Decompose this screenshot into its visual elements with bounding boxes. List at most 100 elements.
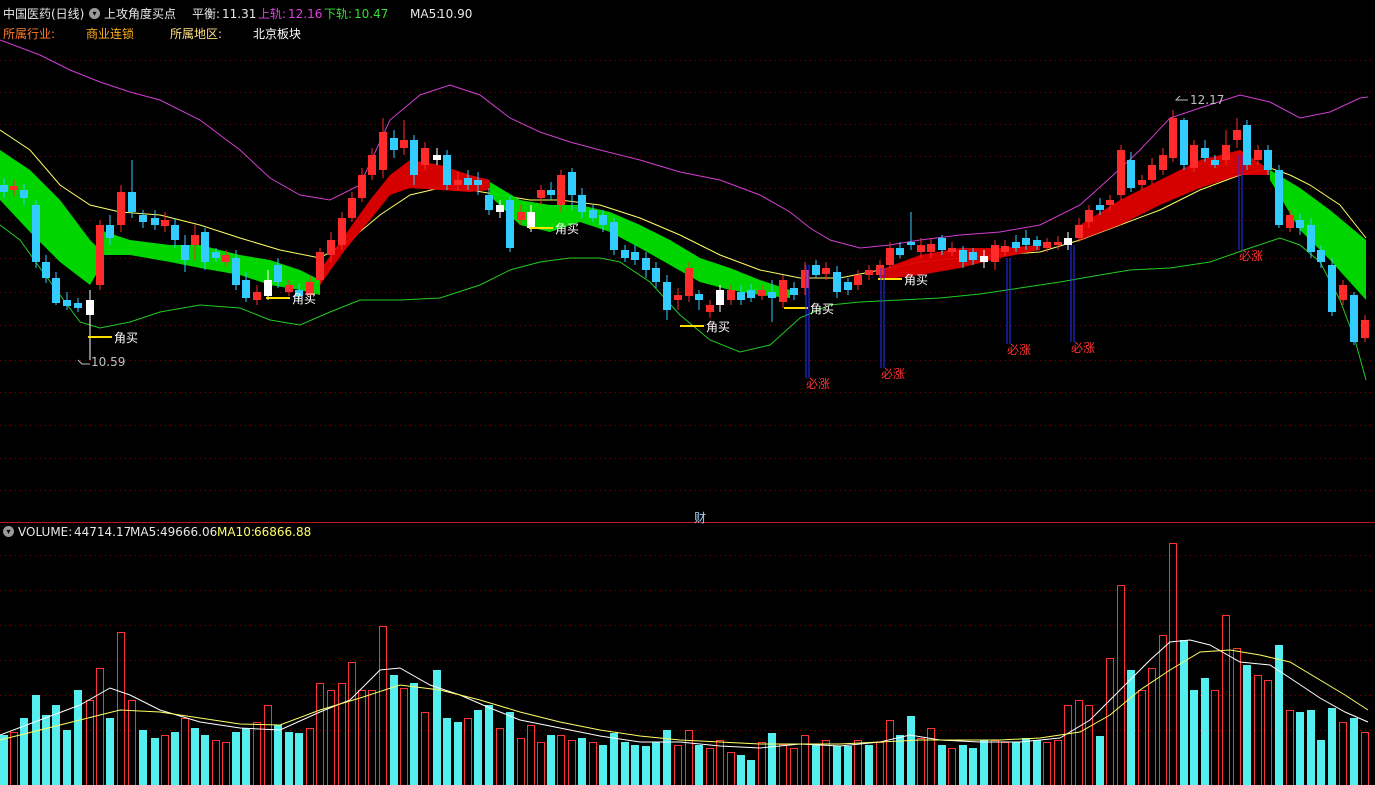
candlestick [338, 212, 346, 250]
candlestick [96, 220, 104, 290]
candle-body [0, 185, 8, 192]
candle-body [52, 278, 60, 303]
rise-marker: 必涨 [1070, 245, 1095, 355]
candlestick [801, 262, 809, 295]
volume-bar [907, 716, 915, 785]
candlestick [443, 150, 451, 190]
candle-body [1254, 150, 1262, 160]
candle-body [410, 140, 418, 175]
candlestick [927, 238, 935, 258]
volume-bar [822, 740, 830, 785]
candlestick [171, 218, 179, 248]
candle-body [1286, 215, 1294, 228]
volume-bar [948, 748, 956, 785]
low-price-marker: 10.59 [77, 355, 125, 369]
candle-body [1190, 145, 1198, 168]
volume-bar [917, 738, 925, 785]
collapse-chevron-icon[interactable]: ▾ [89, 8, 100, 19]
lower-band-line [0, 224, 1367, 381]
candlestick [779, 275, 787, 308]
candlestick [400, 120, 408, 155]
candle-body [1296, 220, 1304, 228]
candlestick [212, 248, 220, 262]
candle-body [642, 258, 650, 270]
candlestick [117, 185, 125, 232]
candle-body [1180, 120, 1188, 165]
buy-signal-label: 角买 [706, 320, 730, 334]
candlestick [327, 232, 335, 262]
candlestick [685, 262, 693, 302]
candle-body [1064, 238, 1072, 245]
candlestick [1307, 218, 1315, 258]
volume-bar [139, 730, 147, 785]
candle-body [737, 292, 745, 300]
candle-body [358, 175, 366, 198]
candlestick [485, 188, 493, 215]
stat-upper-label: 上轨: [258, 7, 287, 21]
ribbon-0 [0, 150, 100, 285]
volume-bar [264, 705, 272, 785]
candlestick [758, 285, 766, 300]
candle-body [621, 250, 629, 258]
indicator-name[interactable]: 上攻角度买点 [104, 7, 176, 21]
volume-bar [599, 745, 607, 785]
candle-body [1275, 170, 1283, 225]
candle-body [295, 290, 303, 296]
candle-body [1054, 242, 1062, 245]
volume-bar [358, 690, 366, 785]
candle-body [86, 300, 94, 315]
volume-bar [517, 738, 525, 785]
volume-bar [338, 683, 346, 785]
candlestick [410, 135, 418, 185]
volume-bar [527, 725, 535, 785]
pane-separator[interactable] [0, 522, 1375, 523]
volume-bar [1328, 708, 1336, 785]
candlestick [1190, 140, 1198, 172]
volume-bar [52, 705, 60, 785]
candlestick [368, 148, 376, 180]
volume-bar [348, 662, 356, 785]
candlestick [1169, 110, 1177, 162]
candle-body [1127, 160, 1135, 188]
candle-body [927, 244, 935, 252]
volume-bar [610, 733, 618, 785]
candlestick [917, 238, 925, 258]
volume-bar [886, 720, 894, 785]
candlestick [264, 270, 272, 300]
candle-body [443, 155, 451, 185]
candle-body [151, 218, 159, 225]
buy-signal-label: 角买 [904, 273, 928, 287]
candle-body [454, 180, 462, 185]
volume-bar [737, 755, 745, 785]
candle-body [306, 282, 314, 295]
candle-body [10, 186, 18, 190]
volume-collapse-icon[interactable]: ▾ [3, 526, 14, 537]
candlestick [844, 278, 852, 295]
candle-body [171, 225, 179, 240]
candle-body [517, 212, 525, 220]
candle-body [390, 138, 398, 150]
candlestick [106, 215, 114, 245]
candle-body [496, 205, 504, 212]
volume-ma10-label: MA10: [217, 525, 255, 539]
candle-body [368, 155, 376, 175]
candlestick [1012, 235, 1020, 252]
candlestick [695, 290, 703, 310]
finance-marker[interactable]: 财 [694, 509, 706, 526]
volume-bar [285, 732, 293, 785]
volume-bar [454, 722, 462, 785]
candle-body [1159, 155, 1167, 170]
volume-bar [1361, 732, 1369, 785]
candle-body [474, 180, 482, 185]
candlestick [295, 284, 303, 300]
candlestick [1339, 280, 1347, 305]
candle-body [578, 195, 586, 212]
volume-ma10-value: 66866.88 [254, 525, 312, 539]
candlestick [1350, 292, 1358, 345]
candlestick [506, 196, 514, 252]
volume-bar [833, 746, 841, 785]
candle-body [801, 270, 809, 288]
volume-bar [443, 718, 451, 785]
candle-body [695, 294, 703, 300]
volume-bar [464, 718, 472, 785]
